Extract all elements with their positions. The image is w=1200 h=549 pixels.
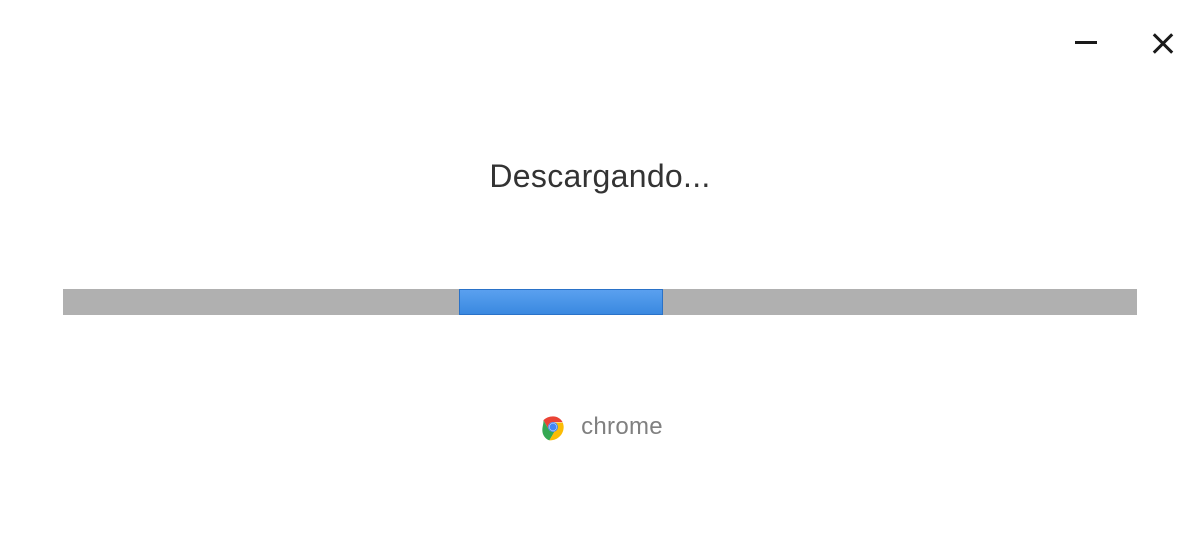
chrome-icon bbox=[537, 411, 569, 443]
installer-content: Descargando... chrome bbox=[0, 158, 1200, 443]
progress-bar bbox=[459, 289, 663, 315]
minimize-icon bbox=[1075, 41, 1097, 44]
window-controls bbox=[1072, 28, 1164, 56]
branding: chrome bbox=[537, 411, 663, 443]
close-button[interactable] bbox=[1136, 28, 1164, 56]
minimize-button[interactable] bbox=[1072, 28, 1100, 56]
brand-label: chrome bbox=[581, 413, 663, 441]
progress-track bbox=[63, 289, 1137, 315]
status-text: Descargando... bbox=[489, 158, 710, 195]
